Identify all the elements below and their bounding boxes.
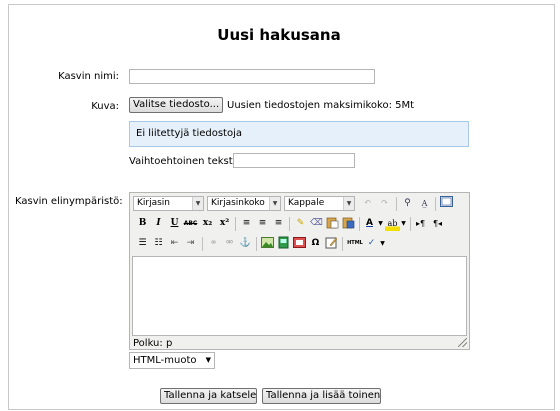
font-size-select[interactable]: Kirjasinkoko ▼ — [207, 196, 281, 211]
unlink-icon[interactable]: ⚮ — [222, 236, 237, 251]
form-frame: Uusi hakusana Kasvin nimi: Kuva: Valitse… — [8, 4, 555, 410]
indent-icon[interactable]: ⇥ — [183, 236, 198, 251]
chevron-down-icon[interactable]: ▼ — [376, 216, 385, 231]
edit-html-icon[interactable] — [324, 236, 339, 251]
chevron-down-icon: ▼ — [343, 197, 354, 210]
name-label: Kasvin nimi: — [58, 71, 119, 82]
resize-grip-icon[interactable] — [458, 338, 467, 347]
superscript-button[interactable]: x² — [217, 216, 232, 231]
format-select-value: HTML-muoto — [133, 355, 197, 366]
toolbar-row-3: ☰ ☷ ⇤ ⇥ ⚭ ⚮ ⚓ Ω HTML ✓ ▼ — [133, 236, 468, 254]
align-right-icon[interactable]: ≡ — [271, 216, 286, 231]
no-files-text: Ei liitettyjä tiedostoja — [136, 128, 243, 139]
align-left-icon[interactable]: ≡ — [239, 216, 254, 231]
image-label: Kuva: — [91, 101, 119, 112]
text-color-icon[interactable]: A — [362, 216, 377, 231]
embed-icon[interactable] — [292, 236, 307, 251]
paragraph-select[interactable]: Kappale ▼ — [284, 196, 355, 211]
chevron-down-icon[interactable]: ▼ — [399, 216, 408, 231]
max-size-text: Uusien tiedostojen maksimikoko: 5Mt — [227, 100, 415, 111]
clean-up-icon[interactable]: ✎ — [293, 216, 308, 231]
name-input[interactable] — [129, 69, 375, 84]
undo-icon[interactable]: ↶ — [360, 196, 375, 211]
editor-content-area[interactable] — [132, 256, 467, 336]
bold-button[interactable]: B — [135, 216, 150, 231]
choose-file-button[interactable]: Valitse tiedosto... — [129, 97, 223, 113]
rtl-icon[interactable]: ¶◂ — [430, 216, 445, 231]
chevron-down-icon: ▼ — [205, 356, 211, 364]
subscript-button[interactable]: x₂ — [200, 216, 215, 231]
toolbar-separator — [396, 197, 397, 211]
page-title: Uusi hakusana — [217, 26, 341, 44]
environment-label: Kasvin elinympäristö: — [15, 196, 123, 207]
toolbar-row-1: Kirjasin ▼ Kirjasinkoko ▼ Kappale ▼ ↶ ↷ … — [133, 196, 468, 214]
html-source-icon[interactable]: HTML — [346, 236, 364, 251]
font-family-select[interactable]: Kirjasin ▼ — [133, 196, 204, 211]
no-files-box: Ei liitettyjä tiedostoja — [129, 121, 469, 147]
chevron-down-icon: ▼ — [269, 197, 280, 210]
toolbar-separator — [289, 217, 290, 231]
toolbar-separator — [256, 237, 257, 251]
toolbar-separator — [410, 217, 411, 231]
strikethrough-button[interactable]: ABC — [183, 216, 198, 231]
font-size-value: Kirjasinkoko — [211, 198, 265, 208]
editor-path: Polku: p — [133, 338, 173, 349]
paragraph-value: Kappale — [288, 198, 325, 208]
outdent-icon[interactable]: ⇤ — [167, 236, 182, 251]
paste-word-icon[interactable] — [341, 216, 356, 231]
underline-button[interactable]: U — [167, 216, 182, 231]
html-editor: Kirjasin ▼ Kirjasinkoko ▼ Kappale ▼ ↶ ↷ … — [129, 192, 470, 350]
font-family-value: Kirjasin — [137, 198, 171, 208]
media-icon[interactable] — [276, 236, 291, 251]
toolbar-row-2: B I U ABC x₂ x² ≡ ≡ ≡ ✎ ⌫ A ▼ ab ▼ ▸¶ ¶◂ — [133, 216, 468, 234]
format-select[interactable]: HTML-muoto ▼ — [129, 352, 215, 369]
save-and-view-button[interactable]: Tallenna ja katsele — [160, 388, 257, 404]
redo-icon[interactable]: ↷ — [377, 196, 392, 211]
toolbar-separator — [342, 237, 343, 251]
paste-icon[interactable] — [325, 216, 340, 231]
chevron-down-icon[interactable]: ▼ — [378, 236, 387, 251]
special-character-button[interactable]: Ω — [308, 236, 323, 251]
fullscreen-icon[interactable] — [439, 196, 454, 211]
alt-text-input[interactable] — [233, 153, 355, 168]
save-and-add-button[interactable]: Tallenna ja lisää toinen — [262, 388, 381, 404]
italic-button[interactable]: I — [151, 216, 166, 231]
spellcheck-icon[interactable]: ✓ — [364, 236, 379, 251]
chevron-down-icon: ▼ — [192, 197, 203, 210]
toolbar-separator — [359, 217, 360, 231]
toolbar-separator — [435, 197, 436, 211]
find-icon[interactable]: ⚲ — [400, 196, 415, 211]
find-replace-icon[interactable]: A̲ — [417, 196, 432, 211]
numbered-list-icon[interactable]: ☷ — [151, 236, 166, 251]
image-icon[interactable] — [260, 236, 275, 251]
bullet-list-icon[interactable]: ☰ — [135, 236, 150, 251]
toolbar-separator — [235, 217, 236, 231]
toolbar-separator — [202, 237, 203, 251]
link-icon[interactable]: ⚭ — [206, 236, 221, 251]
highlight-color-icon[interactable]: ab — [385, 216, 400, 231]
align-center-icon[interactable]: ≡ — [255, 216, 270, 231]
eraser-icon[interactable]: ⌫ — [309, 216, 324, 231]
anchor-icon[interactable]: ⚓ — [238, 236, 253, 251]
alt-text-label: Vaihtoehtoinen teksti — [129, 156, 236, 167]
ltr-icon[interactable]: ▸¶ — [413, 216, 428, 231]
